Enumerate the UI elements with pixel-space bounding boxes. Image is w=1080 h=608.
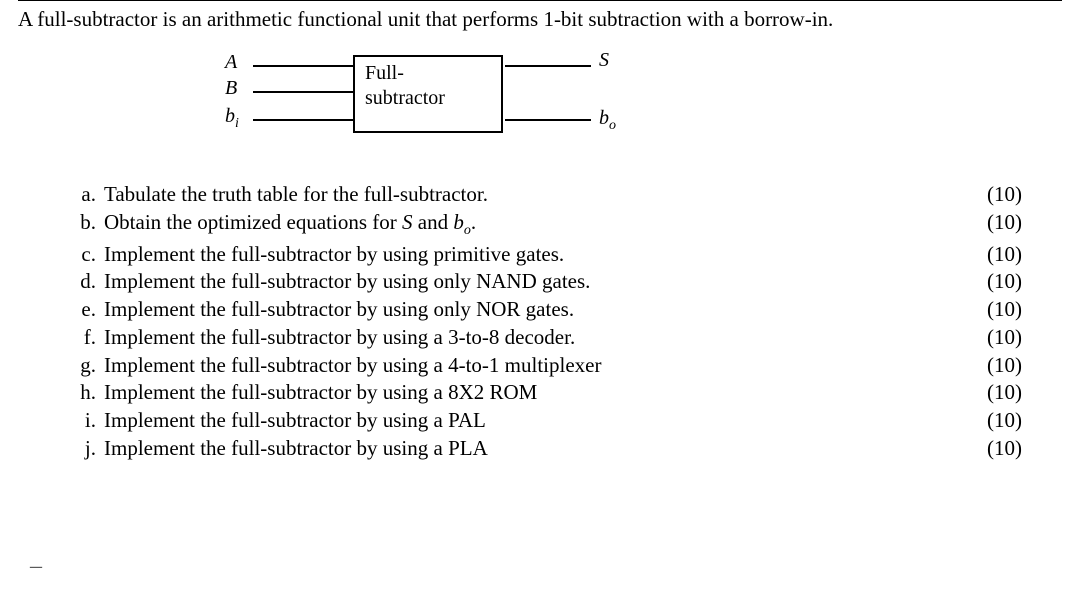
question-text: Implement the full-subtractor by using o… [104, 268, 962, 296]
question-points: (10) [962, 379, 1022, 407]
question-points: (10) [962, 435, 1022, 463]
question-points: (10) [962, 241, 1022, 269]
question-points: (10) [962, 352, 1022, 380]
wire-bo [505, 119, 591, 121]
question-text: Implement the full-subtractor by using a… [104, 379, 962, 407]
question-points: (10) [962, 407, 1022, 435]
question-label: h. [66, 379, 104, 407]
question-text: Implement the full-subtractor by using a… [104, 352, 962, 380]
wire-A [253, 65, 353, 67]
question-row: c.Implement the full-subtractor by using… [66, 241, 1022, 269]
question-row: h.Implement the full-subtractor by using… [66, 379, 1022, 407]
input-bi-sub: i [235, 116, 239, 131]
question-label: i. [66, 407, 104, 435]
question-row: g.Implement the full-subtractor by using… [66, 352, 1022, 380]
question-text: Implement the full-subtractor by using a… [104, 407, 962, 435]
question-text: Implement the full-subtractor by using p… [104, 241, 962, 269]
full-subtractor-diagram: A B bi Full- subtractor S bo [203, 55, 723, 155]
intro-text: A full-subtractor is an arithmetic funct… [18, 5, 1062, 33]
question-list: a.Tabulate the truth table for the full-… [18, 181, 1062, 462]
question-label: b. [66, 209, 104, 237]
box-text-2: subtractor [365, 86, 491, 111]
output-bo-label: bo [599, 107, 616, 134]
page: A full-subtractor is an arithmetic funct… [0, 0, 1080, 472]
diagram-container: A B bi Full- subtractor S bo [18, 55, 1062, 155]
question-row: b.Obtain the optimized equations for S a… [66, 209, 1022, 241]
box-text-1: Full- [365, 61, 491, 86]
question-row: i.Implement the full-subtractor by using… [66, 407, 1022, 435]
question-label: e. [66, 296, 104, 324]
question-row: j.Implement the full-subtractor by using… [66, 435, 1022, 463]
input-bi-base: b [225, 105, 235, 127]
wire-bi [253, 119, 353, 121]
question-points: (10) [962, 181, 1022, 209]
question-label: g. [66, 352, 104, 380]
footer-dash: – [30, 553, 42, 580]
question-row: d.Implement the full-subtractor by using… [66, 268, 1022, 296]
output-S-label: S [599, 49, 609, 72]
input-bi-label: bi [225, 105, 239, 132]
wire-S [505, 65, 591, 67]
question-text: Implement the full-subtractor by using a… [104, 324, 962, 352]
question-points: (10) [962, 324, 1022, 352]
question-row: e.Implement the full-subtractor by using… [66, 296, 1022, 324]
question-text: Implement the full-subtractor by using o… [104, 296, 962, 324]
question-label: j. [66, 435, 104, 463]
question-label: d. [66, 268, 104, 296]
input-B-label: B [225, 77, 237, 100]
question-text: Implement the full-subtractor by using a… [104, 435, 962, 463]
question-label: f. [66, 324, 104, 352]
question-label: c. [66, 241, 104, 269]
wire-B [253, 91, 353, 93]
output-bo-base: b [599, 107, 609, 129]
question-points: (10) [962, 209, 1022, 237]
output-bo-sub: o [609, 118, 616, 133]
question-points: (10) [962, 268, 1022, 296]
question-label: a. [66, 181, 104, 209]
question-points: (10) [962, 296, 1022, 324]
top-rule [18, 0, 1062, 1]
input-A-label: A [225, 51, 237, 74]
question-text: Tabulate the truth table for the full-su… [104, 181, 962, 209]
question-row: f.Implement the full-subtractor by using… [66, 324, 1022, 352]
full-subtractor-box: Full- subtractor [353, 55, 503, 133]
question-text: Obtain the optimized equations for S and… [104, 209, 962, 241]
question-row: a.Tabulate the truth table for the full-… [66, 181, 1022, 209]
